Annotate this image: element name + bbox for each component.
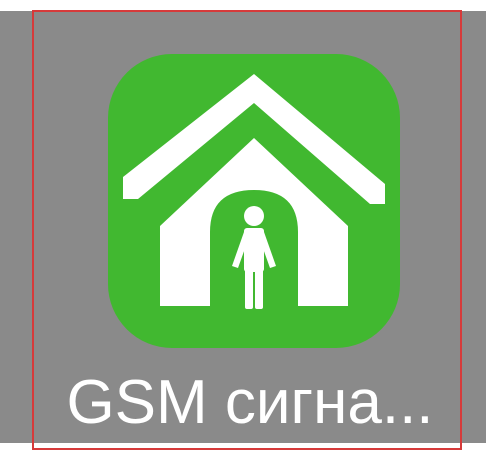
home-screen: GSM сигна...: [0, 0, 486, 450]
selection-highlight: [32, 10, 462, 450]
